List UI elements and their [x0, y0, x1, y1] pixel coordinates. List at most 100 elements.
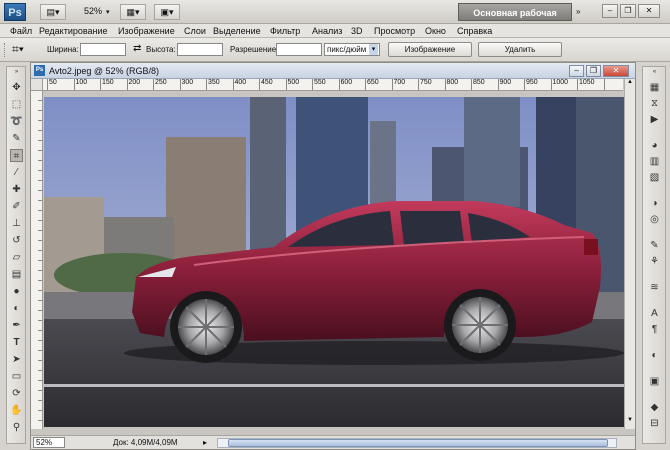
- actions-panel-icon[interactable]: ▶: [648, 113, 661, 126]
- dodge-tool-icon[interactable]: ◐: [10, 302, 23, 315]
- pen-tool-icon[interactable]: ✒: [10, 319, 23, 332]
- workspace-button[interactable]: Основная рабочая среда: [458, 3, 572, 36]
- launch-bridge-button[interactable]: ▤▾: [40, 4, 66, 20]
- masks-panel-icon[interactable]: ◎: [648, 213, 661, 226]
- lasso-tool-icon[interactable]: ➰: [10, 115, 23, 128]
- height-input[interactable]: [177, 43, 223, 56]
- crop-tool-preset-icon[interactable]: ⌗▾: [12, 42, 36, 57]
- character-panel-icon[interactable]: A: [648, 307, 661, 320]
- panel-dock: « ▦ ⧖ ▶ ◕ ▥ ▧ ◑ ◎ ✎ ⚘ ≋ A ¶ ◐ ▣ ◆ ⊟: [642, 66, 666, 444]
- rectangle-tool-icon[interactable]: ▭: [10, 370, 23, 383]
- ruler-tick: [550, 79, 552, 90]
- document-title-bar[interactable]: Ps Avto2.jpeg @ 52% (RGB/8) – ❐ ✕: [31, 63, 635, 79]
- paths-panel-icon[interactable]: ▣: [648, 375, 661, 388]
- menu-file[interactable]: Файл: [10, 24, 32, 38]
- resolution-unit-select[interactable]: пикс/дюйм ▾: [324, 43, 380, 56]
- vertical-scrollbar[interactable]: ▲ ▼: [624, 79, 635, 429]
- marquee-tool-icon[interactable]: ⬚: [10, 98, 23, 111]
- menu-3d[interactable]: 3D: [351, 24, 363, 38]
- ruler-tick: [100, 79, 101, 90]
- horizontal-ruler[interactable]: 50 100 150 200 250 300 350 400 450 500 550 600 650 70…: [43, 79, 623, 91]
- arrange-documents-button[interactable]: ▦▾: [120, 4, 146, 20]
- eyedropper-tool-icon[interactable]: ⁄: [10, 166, 23, 179]
- horizontal-scroll-thumb[interactable]: [228, 439, 608, 447]
- zoom-level-display[interactable]: 52%: [78, 4, 108, 20]
- ruler-tick-label: 950: [526, 79, 538, 86]
- adjustments-panel-icon[interactable]: ◑: [648, 197, 661, 210]
- gradient-tool-icon[interactable]: ▤: [10, 268, 23, 281]
- layers-panel-icon[interactable]: ≋: [648, 281, 661, 294]
- color-panel-icon[interactable]: ◕: [648, 139, 661, 152]
- menu-select[interactable]: Выделение: [213, 24, 261, 38]
- spot-healing-tool-icon[interactable]: ✚: [10, 183, 23, 196]
- clone-stamp-tool-icon[interactable]: ⊥: [10, 217, 23, 230]
- history-panel-icon[interactable]: ⧖: [648, 97, 661, 110]
- menu-help[interactable]: Справка: [457, 24, 492, 38]
- menu-bar: Файл Редактирование Изображение Слои Выд…: [0, 24, 670, 38]
- path-selection-tool-icon[interactable]: ➤: [10, 353, 23, 366]
- scroll-down-icon[interactable]: ▼: [626, 417, 634, 427]
- channels-panel-icon[interactable]: ◐: [648, 349, 661, 362]
- options-grip[interactable]: [4, 43, 7, 57]
- minimize-icon[interactable]: –: [602, 4, 618, 18]
- vertical-ruler[interactable]: [31, 91, 43, 429]
- scroll-up-icon[interactable]: ▲: [626, 79, 634, 89]
- photoshop-logo: Ps: [4, 3, 26, 21]
- zoom-level-input[interactable]: 52%: [33, 437, 65, 448]
- front-image-button[interactable]: Изображение: [388, 42, 472, 57]
- clone-source-panel-icon[interactable]: ⚘: [648, 255, 661, 268]
- ruler-origin[interactable]: [31, 79, 43, 91]
- menu-image[interactable]: Изображение: [118, 24, 175, 38]
- screen-mode-button[interactable]: ▣▾: [154, 4, 180, 20]
- quick-selection-tool-icon[interactable]: ✎: [10, 132, 23, 145]
- menu-layers[interactable]: Слои: [184, 24, 206, 38]
- status-menu-icon[interactable]: ▸: [203, 438, 207, 447]
- menu-view[interactable]: Просмотр: [374, 24, 415, 38]
- document-canvas[interactable]: [44, 97, 624, 427]
- width-input[interactable]: [80, 43, 126, 56]
- menu-edit[interactable]: Редактирование: [39, 24, 108, 38]
- doc-restore-icon[interactable]: ❐: [586, 65, 601, 77]
- restore-icon[interactable]: ❐: [620, 4, 636, 18]
- 3d-panel-icon[interactable]: ◆: [648, 401, 661, 414]
- resolution-input[interactable]: [276, 43, 322, 56]
- doc-close-icon[interactable]: ✕: [603, 65, 629, 77]
- ruler-tick: [603, 79, 605, 90]
- type-tool-icon[interactable]: T: [10, 336, 23, 349]
- menu-filter[interactable]: Фильтр: [270, 24, 300, 38]
- crop-tool-icon[interactable]: ⌗: [10, 149, 23, 162]
- 3d-rotate-tool-icon[interactable]: ⟳: [10, 387, 23, 400]
- resolution-label: Разрешение:: [230, 45, 279, 54]
- close-icon[interactable]: ✕: [638, 4, 660, 18]
- horizontal-scrollbar[interactable]: [217, 438, 617, 448]
- ruler-tick: [73, 79, 75, 90]
- history-brush-tool-icon[interactable]: ↺: [10, 234, 23, 247]
- mini-bridge-icon[interactable]: ▦: [648, 81, 661, 94]
- styles-panel-icon[interactable]: ▧: [648, 171, 661, 184]
- move-tool-icon[interactable]: ✥: [10, 81, 23, 94]
- swap-dimensions-icon[interactable]: ⇄: [133, 43, 141, 54]
- toolbar-collapse-icon[interactable]: »: [10, 69, 23, 75]
- paragraph-panel-icon[interactable]: ¶: [648, 323, 661, 336]
- menu-analysis[interactable]: Анализ: [312, 24, 342, 38]
- brush-tool-icon[interactable]: ✐: [10, 200, 23, 213]
- swatches-panel-icon[interactable]: ▥: [648, 155, 661, 168]
- options-bar: ⌗▾ Ширина: ⇄ Высота: Разрешение: пикс/дю…: [0, 38, 670, 62]
- hand-tool-icon[interactable]: ✋: [10, 404, 23, 417]
- info-panel-icon[interactable]: ⊟: [648, 417, 661, 430]
- menu-window[interactable]: Окно: [425, 24, 446, 38]
- chevron-down-icon[interactable]: ▾: [106, 8, 110, 16]
- doc-minimize-icon[interactable]: –: [569, 65, 584, 77]
- ruler-tick-label: 400: [234, 79, 247, 86]
- brush-panel-icon[interactable]: ✎: [648, 239, 661, 252]
- ruler-tick: [444, 79, 446, 90]
- ruler-tick-label: 600: [340, 79, 353, 86]
- dock-collapse-icon[interactable]: «: [648, 69, 661, 75]
- ruler-tick: [365, 79, 366, 90]
- blur-tool-icon[interactable]: ●: [10, 285, 23, 298]
- zoom-tool-icon[interactable]: ⚲: [10, 421, 23, 434]
- workspace-menu-icon[interactable]: »: [576, 7, 580, 16]
- ruler-tick: [577, 79, 578, 90]
- clear-button[interactable]: Удалить: [478, 42, 562, 57]
- eraser-tool-icon[interactable]: ▱: [10, 251, 23, 264]
